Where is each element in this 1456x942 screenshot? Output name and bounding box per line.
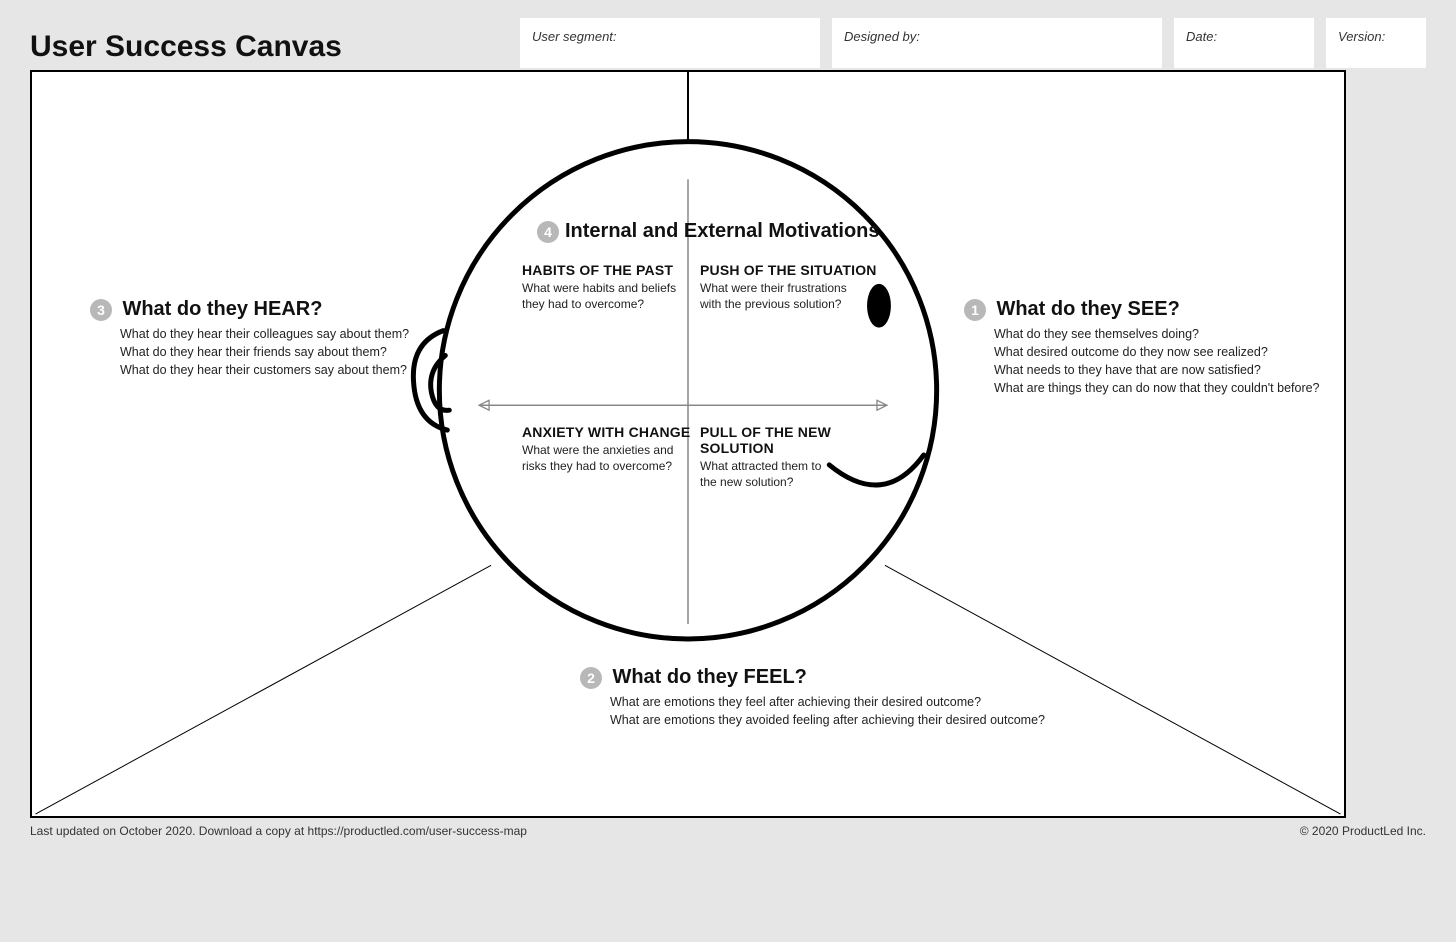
quad-anxiety-title: ANXIETY WITH CHANGE [522, 424, 702, 440]
quad-habits-l2: they had to overcome? [522, 296, 702, 312]
quad-push: PUSH OF THE SITUATION What were their fr… [700, 262, 880, 312]
quad-push-title: PUSH OF THE SITUATION [700, 262, 880, 278]
section-see-l4: What are things they can do now that the… [994, 379, 1324, 397]
quad-push-l2: with the previous solution? [700, 296, 880, 312]
page-title: User Success Canvas [30, 18, 342, 64]
section-feel: 2 What do they FEEL? What are emotions t… [580, 666, 1080, 729]
meta-date-label: Date: [1186, 29, 1217, 44]
badge-2: 2 [580, 667, 602, 689]
section-hear-l2: What do they hear their friends say abou… [120, 343, 430, 361]
section-see-l2: What desired outcome do they now see rea… [994, 343, 1324, 361]
section-see-l3: What needs to they have that are now sat… [994, 361, 1324, 379]
meta-designed-by[interactable]: Designed by: [832, 18, 1162, 68]
quad-pull-l1: What attracted them to [700, 458, 900, 474]
badge-3: 3 [90, 299, 112, 321]
meta-designed-by-label: Designed by: [844, 29, 920, 44]
canvas-frame: 4 Internal and External Motivations HABI… [30, 70, 1346, 818]
badge-4: 4 [537, 221, 559, 243]
footer-left: Last updated on October 2020. Download a… [30, 824, 527, 838]
quad-anxiety-l1: What were the anxieties and [522, 442, 702, 458]
section-hear-l3: What do they hear their customers say ab… [120, 361, 430, 379]
footer-right: © 2020 ProductLed Inc. [1300, 824, 1426, 838]
quad-pull: PULL OF THE NEW SOLUTION What attracted … [700, 424, 900, 490]
section-see-l1: What do they see themselves doing? [994, 325, 1324, 343]
section-feel-l1: What are emotions they feel after achiev… [610, 693, 1080, 711]
section-motivations-title: Internal and External Motivations [565, 220, 880, 243]
section-see: 1 What do they SEE? What do they see the… [964, 298, 1324, 398]
quad-anxiety: ANXIETY WITH CHANGE What were the anxiet… [522, 424, 702, 474]
quad-pull-title: PULL OF THE NEW SOLUTION [700, 424, 900, 456]
meta-date[interactable]: Date: [1174, 18, 1314, 68]
quad-habits-l1: What were habits and beliefs [522, 280, 702, 296]
quad-push-l1: What were their frustrations [700, 280, 880, 296]
section-feel-title: What do they FEEL? [612, 666, 806, 689]
quad-anxiety-l2: risks they had to overcome? [522, 458, 702, 474]
section-hear-title: What do they HEAR? [122, 298, 322, 321]
section-hear-l1: What do they hear their colleagues say a… [120, 325, 430, 343]
section-feel-l2: What are emotions they avoided feeling a… [610, 711, 1080, 729]
quad-pull-l2: the new solution? [700, 474, 900, 490]
meta-version[interactable]: Version: [1326, 18, 1426, 68]
meta-user-segment[interactable]: User segment: [520, 18, 820, 68]
section-motivations-header: 4 Internal and External Motivations [537, 220, 880, 243]
quad-habits: HABITS OF THE PAST What were habits and … [522, 262, 702, 312]
section-see-title: What do they SEE? [996, 298, 1179, 321]
meta-version-label: Version: [1338, 29, 1385, 44]
meta-user-segment-label: User segment: [532, 29, 617, 44]
badge-1: 1 [964, 299, 986, 321]
section-hear: 3 What do they HEAR? What do they hear t… [90, 298, 430, 379]
header-row: User Success Canvas User segment: Design… [30, 18, 1426, 68]
quad-habits-title: HABITS OF THE PAST [522, 262, 702, 278]
